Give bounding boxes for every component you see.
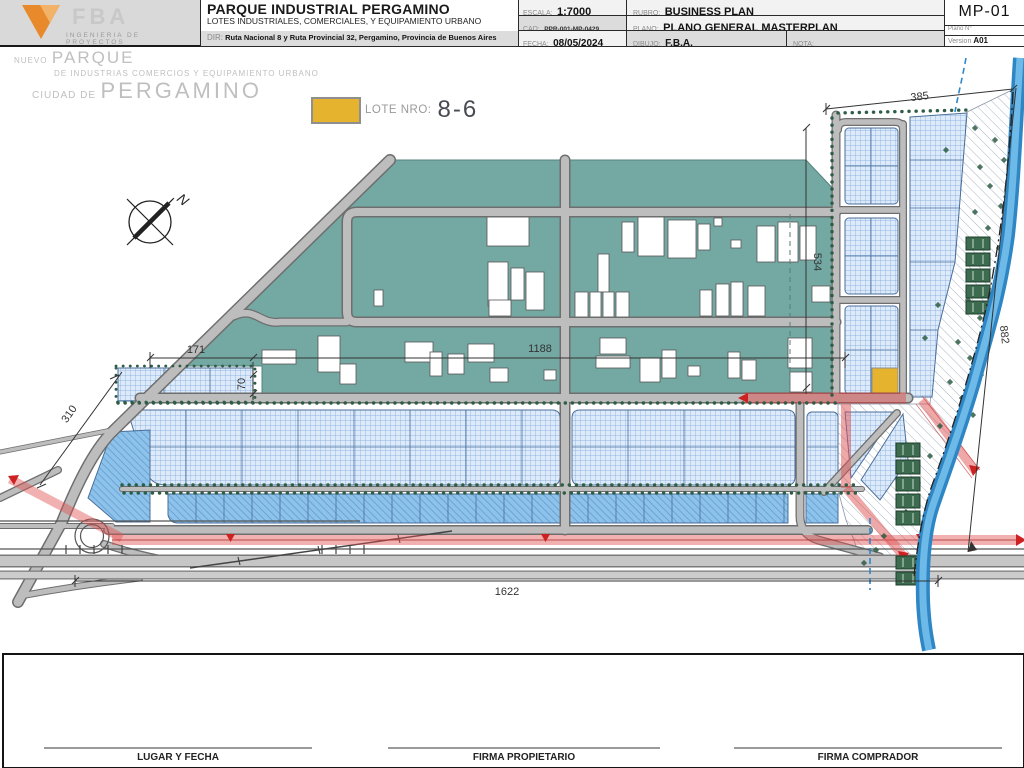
nota-cell: NOTA: xyxy=(786,31,944,47)
watermark-line2: DE INDUSTRIAS COMERCIOS Y EQUIPAMIENTO U… xyxy=(54,70,319,78)
sheet-number-label: Plano N° xyxy=(944,26,1024,36)
dibujo-value: F.B.A. xyxy=(665,38,693,47)
signature-line xyxy=(388,747,660,749)
lot-legend-label: LOTE NRO: xyxy=(365,104,431,116)
lot-legend-value: 8-6 xyxy=(437,96,478,124)
masterplan-sheet: 385 534 882 310 171 70 1188 1622 N FBA I… xyxy=(0,0,1024,768)
lot-legend: LOTE NRO: 8-6 xyxy=(311,96,478,124)
dibujo-label: DIBUJO: xyxy=(633,41,661,47)
dim-left-width: 171 xyxy=(187,344,205,356)
address-label: DIR: xyxy=(207,33,223,42)
watermark-line1-small: NUEVO xyxy=(14,56,47,65)
dim-left-height: 70 xyxy=(236,378,248,390)
rubro-cell: RUBRO: BUSINESS PLAN xyxy=(626,0,944,16)
dim-block-height: 534 xyxy=(811,253,823,271)
signature-line xyxy=(734,747,1002,749)
logo-subtitle: INGENIERIA DE PROYECTOS xyxy=(66,32,200,46)
signature-label: FIRMA PROPIETARIO xyxy=(388,752,660,763)
title-block: FBA INGENIERIA DE PROYECTOS PARQUE INDUS… xyxy=(0,0,1024,47)
signature-label: FIRMA COMPRADOR xyxy=(734,752,1002,763)
signature-field-buyer: FIRMA COMPRADOR xyxy=(734,747,1002,763)
version-cell: Version A01 xyxy=(944,36,1024,47)
project-subtitle: LOTES INDUSTRIALES, COMERCIALES, Y EQUIP… xyxy=(207,16,512,26)
version-value: A01 xyxy=(973,36,988,45)
signature-box: LUGAR Y FECHA FIRMA PROPIETARIO FIRMA CO… xyxy=(2,653,1024,768)
address-value: Ruta Nacional 8 y Ruta Provincial 32, Pe… xyxy=(225,33,496,42)
dim-total-width: 1622 xyxy=(495,586,519,598)
cad-cell: CAD: PPR-001-MP-0429 xyxy=(518,16,626,31)
lot-color-swatch xyxy=(311,97,361,124)
nota-label: NOTA: xyxy=(793,41,814,47)
date-value: 08/05/2024 xyxy=(553,38,603,47)
signature-field-place-date: LUGAR Y FECHA xyxy=(44,747,312,763)
rubro-value: BUSINESS PLAN xyxy=(665,6,754,16)
sheet-number: MP-01 xyxy=(944,0,1024,26)
address-cell: DIR: Ruta Nacional 8 y Ruta Provincial 3… xyxy=(200,31,518,47)
plano-value: PLANO GENERAL MASTERPLAN xyxy=(663,22,838,31)
project-title-cell: PARQUE INDUSTRIAL PERGAMINO LOTES INDUST… xyxy=(200,0,518,31)
dim-main-width: 1188 xyxy=(528,343,552,355)
logo-text: FBA xyxy=(72,4,129,30)
signature-label: LUGAR Y FECHA xyxy=(44,752,312,763)
company-logo: FBA INGENIERIA DE PROYECTOS xyxy=(0,0,200,47)
scale-cell: ESCALA: 1:7000 xyxy=(518,0,626,16)
watermark-line3-big: PERGAMINO xyxy=(100,78,261,103)
project-title: PARQUE INDUSTRIAL PERGAMINO xyxy=(207,1,512,17)
highlighted-lot-8-6 xyxy=(872,368,898,394)
logo-triangle-accent-icon xyxy=(40,5,60,23)
dim-top-width: 385 xyxy=(910,90,930,104)
plano-cell: PLANO: PLANO GENERAL MASTERPLAN xyxy=(626,16,944,31)
watermark-line1-big: PARQUE xyxy=(52,48,135,67)
dibujo-cell: DIBUJO: F.B.A. xyxy=(626,31,786,47)
watermark-text: NUEVO PARQUE DE INDUSTRIAS COMERCIOS Y E… xyxy=(14,49,319,102)
dim-right-length: 882 xyxy=(997,325,1011,345)
scale-value: 1:7000 xyxy=(557,6,591,16)
version-label: Version xyxy=(948,38,971,45)
watermark-line3-small: CIUDAD DE xyxy=(32,90,96,101)
date-cell: FECHA: 08/05/2024 xyxy=(518,31,626,47)
date-label: FECHA: xyxy=(523,41,549,47)
signature-line xyxy=(44,747,312,749)
signature-field-owner: FIRMA PROPIETARIO xyxy=(388,747,660,763)
